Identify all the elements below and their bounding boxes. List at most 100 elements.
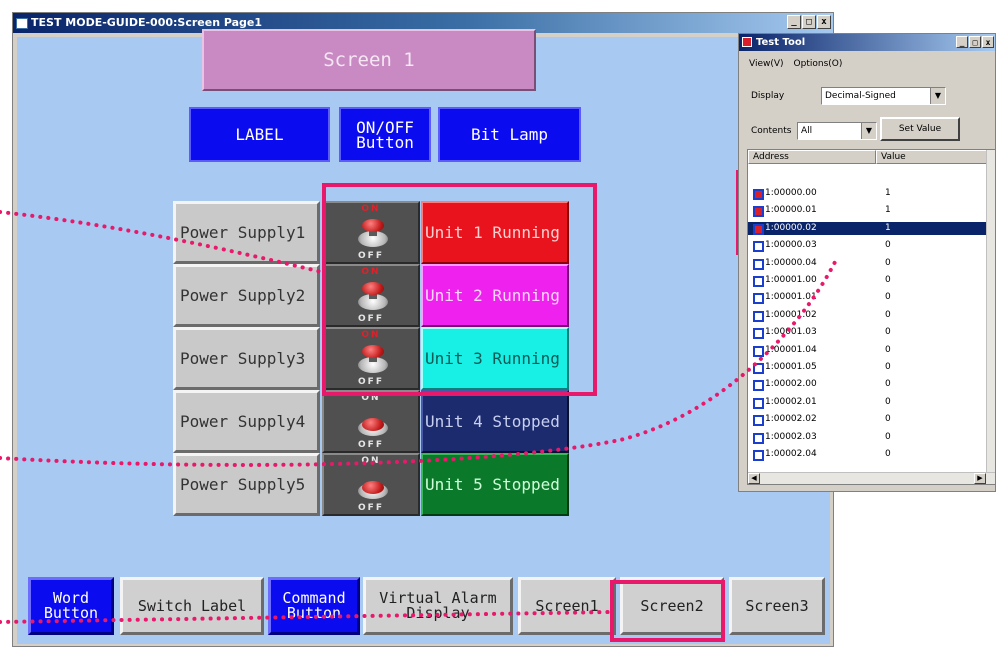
unchecked-checkbox-icon[interactable] <box>753 363 764 374</box>
horizontal-scrollbar[interactable]: ◀ ▶ <box>748 472 995 484</box>
screen3-button[interactable]: Screen3 <box>729 577 825 635</box>
menu-view[interactable]: View(V) <box>749 59 784 69</box>
set-value-button[interactable]: Set Value <box>880 117 960 141</box>
tool-menubar: View(V) Options(O) <box>749 59 842 69</box>
address-row[interactable]: 1:00001.02 0 <box>748 309 986 322</box>
unchecked-checkbox-icon[interactable] <box>753 241 764 253</box>
switch-off-label: OFF <box>358 440 384 450</box>
test-tool-title: Test Tool <box>756 37 806 48</box>
checked-checkbox-icon[interactable] <box>753 189 764 200</box>
unchecked-checkbox-icon[interactable] <box>753 293 764 305</box>
chevron-down-icon[interactable]: ▼ <box>861 123 876 139</box>
unchecked-checkbox-icon[interactable] <box>753 310 764 322</box>
address-row[interactable]: 1:00002.01 0 <box>748 396 986 409</box>
switch-off-label: OFF <box>358 503 384 513</box>
address-row[interactable]: 1:00001.03 0 <box>748 326 986 340</box>
row-value: 0 <box>885 292 891 303</box>
unchecked-checkbox-icon[interactable] <box>753 415 764 427</box>
scroll-left-icon[interactable]: ◀ <box>748 473 760 484</box>
test-tool-icon <box>742 37 752 47</box>
tool-maximize-button[interactable]: □ <box>969 36 981 48</box>
checked-checkbox-icon[interactable] <box>753 223 764 235</box>
test-tool-titlebar[interactable]: Test Tool _ □ x <box>739 34 995 51</box>
row-value: 1 <box>885 222 891 233</box>
address-row[interactable]: 1:00001.04 0 <box>748 344 986 357</box>
address-row[interactable]: 1:00000.00 1 <box>748 187 986 200</box>
column-address[interactable]: Address <box>748 150 876 164</box>
unchecked-checkbox-icon[interactable] <box>753 345 764 357</box>
onoff-toggle-switch[interactable]: ON OFF <box>322 390 420 453</box>
row-label: Power Supply4 <box>173 390 320 453</box>
display-select[interactable]: Decimal-Signed ▼ <box>821 87 946 105</box>
onoff-toggle-switch[interactable]: ON OFF <box>322 327 420 390</box>
header-bit-lamp: Bit Lamp <box>438 107 581 162</box>
contents-select[interactable]: All ▼ <box>797 122 877 140</box>
command-button[interactable]: Command Button <box>268 577 360 635</box>
row-value: 0 <box>885 449 891 459</box>
checked-checkbox-icon[interactable] <box>753 206 764 218</box>
switch-off-label: OFF <box>358 314 384 324</box>
row-address: 1:00000.04 <box>765 257 817 268</box>
row-address: 1:00001.04 <box>765 344 817 355</box>
header-onoff-button: ON/OFF Button <box>339 107 431 162</box>
toggle-switch-icon <box>356 471 390 501</box>
address-row[interactable]: 1:00002.00 0 <box>748 378 986 392</box>
address-row[interactable]: 1:00001.00 0 <box>748 274 986 287</box>
unchecked-checkbox-icon[interactable] <box>753 380 764 392</box>
virtual-alarm-display-button[interactable]: Virtual Alarm Display <box>363 577 513 635</box>
address-row[interactable]: 1:00001.05 0 <box>748 361 986 374</box>
toggle-switch-icon <box>356 345 390 375</box>
contents-label: Contents <box>751 126 792 136</box>
minimize-button[interactable]: _ <box>787 15 801 29</box>
tool-minimize-button[interactable]: _ <box>956 36 968 48</box>
address-row[interactable]: 1:00002.02 0 <box>748 413 986 427</box>
address-row[interactable]: 1:00002.04 0 <box>748 448 986 461</box>
row-address: 1:00000.03 <box>765 240 817 251</box>
header-label: LABEL <box>189 107 330 162</box>
unchecked-checkbox-icon[interactable] <box>753 328 764 340</box>
switch-on-label: ON <box>361 204 381 214</box>
address-row[interactable]: 1:00001.01 0 <box>748 291 986 305</box>
screen1-button[interactable]: Screen1 <box>518 577 616 635</box>
screen-title-button[interactable]: Screen 1 <box>202 29 536 91</box>
row-address: 1:00001.01 <box>765 292 817 303</box>
column-value[interactable]: Value <box>876 150 988 164</box>
display-label: Display <box>751 91 785 101</box>
address-row[interactable]: 1:00000.02 1 <box>748 221 986 235</box>
unchecked-checkbox-icon[interactable] <box>753 276 764 287</box>
address-list[interactable]: Address Value 1:00000.00 1 1:00000.01 1 1:00… <box>747 149 995 485</box>
address-row[interactable]: 1:00000.04 0 <box>748 257 986 270</box>
toggle-switch-icon <box>356 282 390 312</box>
unchecked-checkbox-icon[interactable] <box>753 397 764 409</box>
toggle-switch-icon <box>356 219 390 249</box>
row-value: 0 <box>885 344 891 355</box>
unchecked-checkbox-icon[interactable] <box>753 432 764 444</box>
onoff-toggle-switch[interactable]: ON OFF <box>322 201 420 264</box>
unchecked-checkbox-icon[interactable] <box>753 450 764 461</box>
close-button[interactable]: x <box>817 15 831 29</box>
row-address: 1:00002.03 <box>765 431 817 442</box>
address-row[interactable]: 1:00000.01 1 <box>748 204 986 218</box>
bit-lamp: Unit 1 Running <box>421 201 569 264</box>
vertical-scrollbar[interactable] <box>986 150 995 484</box>
row-address: 1:00000.00 <box>765 188 817 198</box>
tool-close-button[interactable]: x <box>982 36 994 48</box>
word-button[interactable]: Word Button <box>28 577 114 635</box>
maximize-button[interactable]: □ <box>802 15 816 29</box>
onoff-toggle-switch[interactable]: ON OFF <box>322 264 420 327</box>
screen2-button[interactable]: Screen2 <box>620 577 724 635</box>
address-row[interactable]: 1:00002.03 0 <box>748 431 986 444</box>
menu-options[interactable]: Options(O) <box>794 59 843 69</box>
switch-off-label: OFF <box>358 377 384 387</box>
switch-on-label: ON <box>361 456 381 466</box>
switch-label-button[interactable]: Switch Label <box>120 577 264 635</box>
row-address: 1:00002.01 <box>765 396 817 407</box>
address-row[interactable]: 1:00000.03 0 <box>748 239 986 253</box>
chevron-down-icon[interactable]: ▼ <box>930 88 945 104</box>
scroll-right-icon[interactable]: ▶ <box>974 473 986 484</box>
row-value: 0 <box>885 257 891 268</box>
unchecked-checkbox-icon[interactable] <box>753 258 764 270</box>
onoff-toggle-switch[interactable]: ON OFF <box>322 453 420 516</box>
row-address: 1:00001.03 <box>765 327 817 338</box>
contents-select-value: All <box>801 126 813 136</box>
